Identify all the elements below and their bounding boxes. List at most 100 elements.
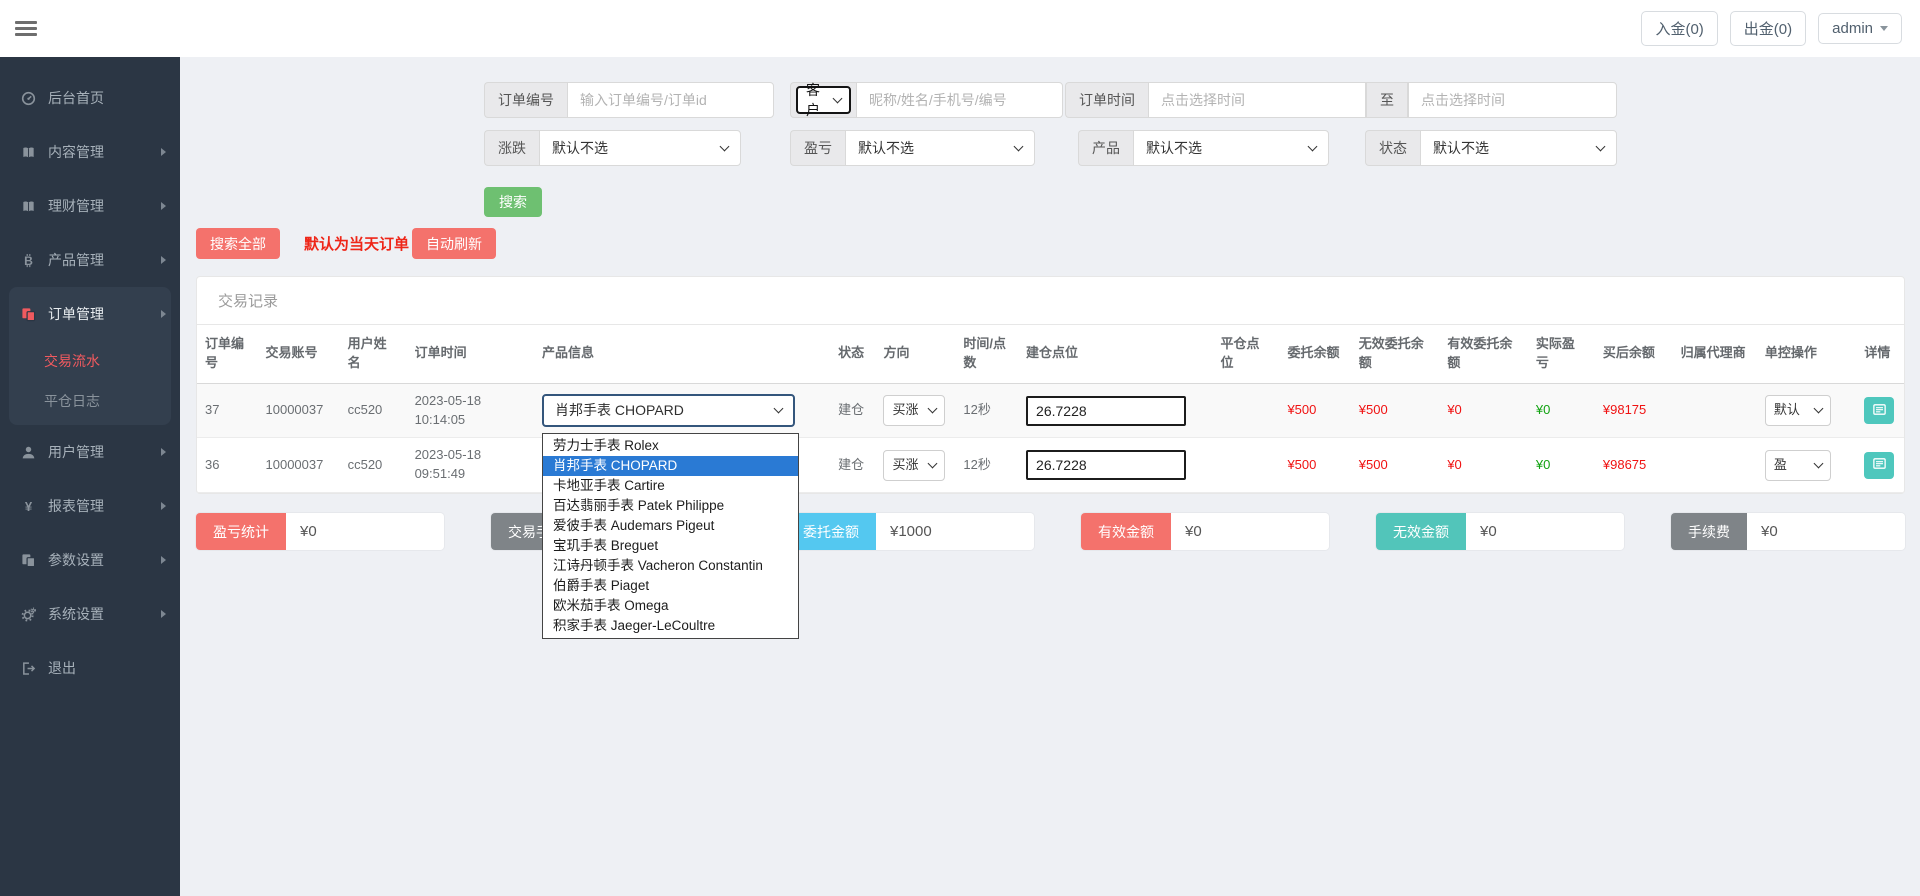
order-no-filter: 订单编号 — [484, 82, 741, 118]
product-select[interactable]: 肖邦手表 CHOPARD劳力士手表 Rolex肖邦手表 CHOPARD卡地亚手表… — [542, 394, 795, 427]
sidebar-subitem-1[interactable]: 平仓日志 — [9, 381, 171, 421]
sidebar-item-7[interactable]: 参数设置 — [0, 533, 180, 587]
chevron-right-icon — [161, 202, 166, 210]
gears-icon — [20, 606, 37, 622]
cell-status: 建仓 — [830, 438, 875, 493]
stat-value: ¥0 — [1171, 513, 1329, 550]
chevron-down-icon — [720, 141, 730, 151]
cell-balance-after: ¥98675 — [1595, 438, 1673, 493]
search-all-button[interactable]: 搜索全部 — [196, 228, 280, 259]
cell-direction: 买涨 — [875, 438, 955, 493]
column-header: 用户姓名 — [340, 325, 407, 383]
product-filter: 产品 默认不选 — [1078, 130, 1329, 166]
sidebar-subitem-0[interactable]: 交易流水 — [9, 341, 171, 381]
column-header: 无效委托余额 — [1351, 325, 1440, 383]
column-header: 有效委托余额 — [1439, 325, 1528, 383]
sidebar-item-9[interactable]: 退出 — [0, 641, 180, 695]
order-no-label: 订单编号 — [484, 82, 567, 118]
column-header: 交易账号 — [258, 325, 340, 383]
product-option[interactable]: 宝玑手表 Breguet — [543, 536, 798, 556]
sidebar-item-1[interactable]: 内容管理 — [0, 125, 180, 179]
chevron-down-icon — [774, 404, 784, 414]
cell-control: 盈 — [1757, 438, 1856, 493]
product-option[interactable]: 伯爵手表 Piaget — [543, 576, 798, 596]
product-option[interactable]: 卡地亚手表 Cartire — [543, 476, 798, 496]
client-type-select[interactable]: 客户 — [796, 86, 851, 114]
product-filter-select[interactable]: 默认不选 — [1133, 130, 1329, 166]
sidebar-item-4[interactable]: 订单管理 — [9, 287, 171, 341]
column-header: 详情 — [1856, 325, 1904, 383]
direction-select[interactable]: 买涨 — [883, 395, 945, 426]
client-search-input[interactable] — [856, 82, 1063, 118]
yen-icon: ¥ — [20, 498, 37, 514]
search-button[interactable]: 搜索 — [484, 187, 542, 217]
chevron-down-icon — [1596, 141, 1606, 151]
admin-menu[interactable]: admin — [1818, 13, 1902, 44]
product-option[interactable]: 肖邦手表 CHOPARD — [543, 456, 798, 476]
stat-group: 盈亏统计¥0 — [196, 513, 444, 550]
stat-label: 委托金额 — [786, 513, 876, 550]
sidebar-item-6[interactable]: ¥报表管理 — [0, 479, 180, 533]
detail-button[interactable] — [1864, 452, 1894, 479]
params-icon — [20, 552, 37, 568]
sidebar-item-0[interactable]: 后台首页 — [0, 71, 180, 125]
topbar: 入金(0) 出金(0) admin — [0, 0, 1920, 57]
auto-refresh-button[interactable]: 自动刷新 — [412, 228, 496, 259]
cell-invalid-entrust: ¥500 — [1351, 383, 1440, 438]
time-to-input[interactable] — [1408, 82, 1617, 118]
profit-select[interactable]: 默认不选 — [845, 130, 1035, 166]
sidebar-item-3[interactable]: B产品管理 — [0, 233, 180, 287]
orders-icon — [20, 306, 37, 322]
detail-button[interactable] — [1864, 397, 1894, 424]
stat-value: ¥0 — [1466, 513, 1624, 550]
column-header: 产品信息 — [534, 325, 830, 383]
chevron-right-icon — [161, 310, 166, 318]
chevron-right-icon — [161, 610, 166, 618]
chevron-down-icon — [1308, 141, 1318, 151]
main-content: 订单编号 客户 订单时间 至 — [180, 57, 1920, 896]
product-option[interactable]: 爱彼手表 Audemars Pigeut — [543, 516, 798, 536]
stat-label: 手续费 — [1671, 513, 1747, 550]
sidebar-item-5[interactable]: 用户管理 — [0, 425, 180, 479]
chevron-down-icon — [1813, 458, 1823, 468]
product-option[interactable]: 欧米茄手表 Omega — [543, 596, 798, 616]
chevron-right-icon — [161, 448, 166, 456]
product-option[interactable]: 劳力士手表 Rolex — [543, 436, 798, 456]
withdraw-button[interactable]: 出金(0) — [1730, 11, 1806, 46]
column-header: 订单时间 — [407, 325, 534, 383]
filter-form: 订单编号 客户 订单时间 至 — [484, 82, 1617, 217]
stat-value: ¥0 — [286, 513, 444, 550]
sidebar-item-8[interactable]: 系统设置 — [0, 587, 180, 641]
caret-down-icon — [1880, 26, 1888, 31]
time-to-label: 至 — [1366, 82, 1408, 118]
deposit-button[interactable]: 入金(0) — [1641, 11, 1717, 46]
stat-label: 盈亏统计 — [196, 513, 286, 550]
open-point-input[interactable] — [1026, 396, 1186, 426]
cell-close-point — [1212, 438, 1279, 493]
product-option[interactable]: 积家手表 Jaeger-LeCoultre — [543, 616, 798, 636]
cell-balance-after: ¥98175 — [1595, 383, 1673, 438]
cell-username: cc520 — [340, 383, 407, 438]
user-icon — [20, 444, 37, 460]
chevron-right-icon — [161, 148, 166, 156]
rise-fall-select[interactable]: 默认不选 — [539, 130, 741, 166]
control-select[interactable]: 盈 — [1765, 450, 1831, 481]
column-header: 订单编号 — [197, 325, 258, 383]
chevron-down-icon — [928, 458, 938, 468]
control-select[interactable]: 默认 — [1765, 395, 1831, 426]
stat-group: 手续费¥0 — [1671, 513, 1905, 550]
order-no-input[interactable] — [567, 82, 774, 118]
time-from-input[interactable] — [1148, 82, 1366, 118]
sidebar: 后台首页内容管理理财管理B产品管理订单管理交易流水平仓日志用户管理¥报表管理参数… — [0, 57, 180, 896]
trade-records-table: 订单编号交易账号用户姓名订单时间产品信息状态方向时间/点数建仓点位平仓点位委托余… — [197, 325, 1904, 493]
status-select[interactable]: 默认不选 — [1420, 130, 1617, 166]
menu-toggle-icon[interactable] — [15, 18, 37, 39]
direction-select[interactable]: 买涨 — [883, 450, 945, 481]
product-option[interactable]: 江诗丹顿手表 Vacheron Constantin — [543, 556, 798, 576]
open-point-input[interactable] — [1026, 450, 1186, 480]
cell-duration: 12秒 — [955, 383, 1018, 438]
sidebar-item-2[interactable]: 理财管理 — [0, 179, 180, 233]
panel-title: 交易记录 — [197, 277, 1904, 325]
cell-direction: 买涨 — [875, 383, 955, 438]
product-option[interactable]: 百达翡丽手表 Patek Philippe — [543, 496, 798, 516]
